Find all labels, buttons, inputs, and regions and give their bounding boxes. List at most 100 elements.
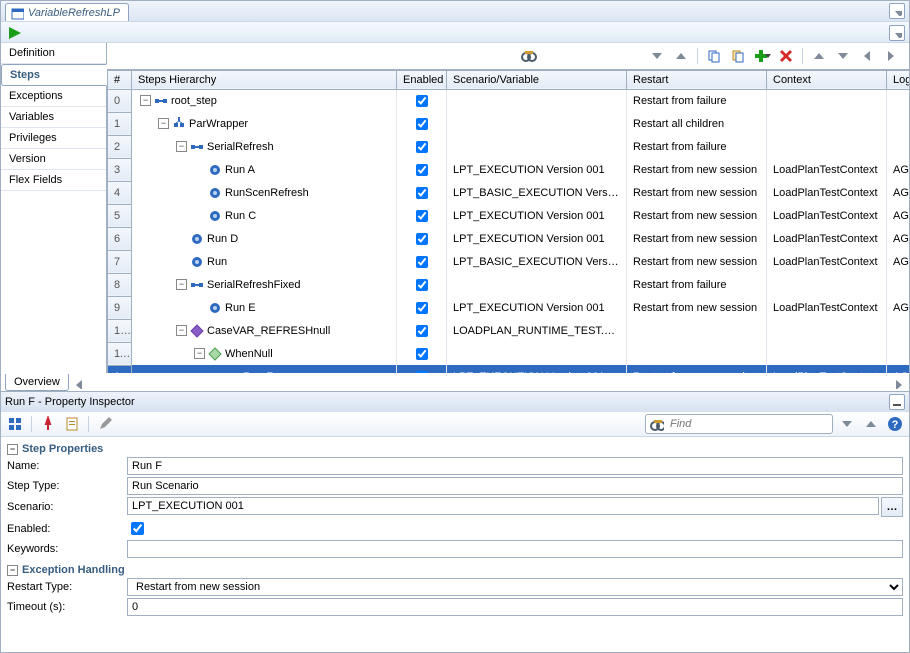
scroll-left-icon[interactable] [71,377,83,389]
table-row[interactable]: 11−WhenNull [108,342,910,365]
scenario-browse-button[interactable]: … [881,497,903,517]
pin-button[interactable] [38,414,58,434]
collapse-run-toolbar-button[interactable] [889,25,905,41]
enabled-checkbox[interactable] [416,279,428,291]
minimize-inspector-button[interactable] [889,394,905,410]
case-icon [189,323,205,339]
toolbar-separator [802,48,803,64]
section-step-properties: −Step Properties Name: Step Type: Scenar… [7,443,903,558]
side-tab-flex-fields[interactable]: Flex Fields [1,170,106,191]
scenario-input[interactable] [127,497,879,515]
col-scenario[interactable]: Scenario/Variable [447,70,627,89]
run-icon [189,254,205,270]
table-row[interactable]: 8−SerialRefreshFixedRestart from failure [108,273,910,296]
side-tab-definition[interactable]: Definition [1,43,106,64]
scroll-right-icon[interactable] [891,377,903,389]
new-sheet-button[interactable] [62,414,82,434]
collapse-editor-button[interactable] [889,3,905,19]
tree-expander[interactable]: − [176,141,187,152]
enabled-checkbox[interactable] [416,187,428,199]
collapse-section-icon[interactable]: − [7,444,18,455]
run-button[interactable] [7,25,21,39]
enabled-checkbox[interactable] [416,325,428,337]
keywords-input[interactable] [127,540,903,558]
tree-expander[interactable]: − [194,348,205,359]
side-tab-exceptions[interactable]: Exceptions [1,86,106,107]
move-up-button[interactable] [671,46,691,66]
shift-up-button[interactable] [809,46,829,66]
cell-restart: Restart from new session [627,250,767,273]
collapse-section-icon[interactable]: − [7,565,18,576]
col-enabled[interactable]: Enabled [397,70,447,89]
enabled-checkbox[interactable] [416,256,428,268]
tree-expander[interactable]: − [140,95,151,106]
edit-button[interactable] [95,414,115,434]
table-row[interactable]: 6Run DLPT_EXECUTION Version 001Restart f… [108,227,910,250]
inspector-titlebar: Run F - Property Inspector [1,392,909,412]
cell-ctx [767,319,887,342]
side-tab-variables[interactable]: Variables [1,107,106,128]
enabled-checkbox[interactable] [416,95,428,107]
cell-scen: LPT_EXECUTION Version 001 [447,227,627,250]
enabled-checkbox[interactable] [416,348,428,360]
enabled-checkbox[interactable] [416,118,428,130]
enabled-checkbox[interactable] [131,522,144,535]
cell-ctx: LoadPlanTestContext [767,365,887,373]
enabled-checkbox[interactable] [416,141,428,153]
table-row[interactable]: 7RunLPT_BASIC_EXECUTION Version 001Resta… [108,250,910,273]
tree-expander[interactable]: − [176,325,187,336]
step-label: Run C [225,210,256,222]
delete-step-button[interactable] [776,46,796,66]
tree-expander[interactable]: − [176,279,187,290]
tree-expander[interactable]: − [158,118,169,129]
step-label: Run A [225,164,255,176]
col-hierarchy[interactable]: Steps Hierarchy [132,70,397,89]
help-button[interactable] [885,414,905,434]
outdent-button[interactable] [857,46,877,66]
run-icon [189,231,205,247]
step-type-input[interactable] [127,477,903,495]
toggle-view-button[interactable] [5,414,25,434]
steps-table[interactable]: # Steps Hierarchy Enabled Scenario/Varia… [107,70,909,373]
cell-agent: AGENT_1 [887,158,910,181]
table-row[interactable]: 12Run FLPT_EXECUTION Version 001Restart … [108,365,910,373]
cell-ctx [767,112,887,135]
move-down-button[interactable] [647,46,667,66]
restart-type-select[interactable]: Restart from new session [127,578,903,596]
enabled-checkbox[interactable] [416,233,428,245]
find-input[interactable] [668,417,832,431]
shift-down-button[interactable] [833,46,853,66]
col-number[interactable]: # [108,70,132,89]
col-context[interactable]: Context [767,70,887,89]
enabled-checkbox[interactable] [416,164,428,176]
side-tab-privileges[interactable]: Privileges [1,128,106,149]
col-agent[interactable]: Logical Agent [887,70,910,89]
search-button[interactable] [519,46,539,66]
col-restart[interactable]: Restart [627,70,767,89]
table-row[interactable]: 1−ParWrapperRestart all children [108,112,910,135]
table-row[interactable]: 0−root_stepRestart from failure [108,89,910,112]
copy-button[interactable] [704,46,724,66]
table-row[interactable]: 5Run CLPT_EXECUTION Version 001Restart f… [108,204,910,227]
table-row[interactable]: 4RunScenRefreshLPT_BASIC_EXECUTION Versi… [108,181,910,204]
cell-scen [447,89,627,112]
paste-button[interactable] [728,46,748,66]
find-box[interactable] [645,414,833,434]
add-step-button[interactable] [752,46,772,66]
binoculars-icon [650,417,664,431]
table-row[interactable]: 9Run ELPT_EXECUTION Version 001Restart f… [108,296,910,319]
timeout-input[interactable] [127,598,903,616]
overview-tab[interactable]: Overview [5,374,69,391]
table-row[interactable]: 10−CaseVAR_REFRESHnullLOADPLAN_RUNTIME_T… [108,319,910,342]
enabled-checkbox[interactable] [416,302,428,314]
enabled-checkbox[interactable] [416,210,428,222]
side-tab-steps[interactable]: Steps [1,64,107,86]
side-tab-version[interactable]: Version [1,149,106,170]
table-row[interactable]: 2−SerialRefreshRestart from failure [108,135,910,158]
find-next-button[interactable] [837,414,857,434]
table-row[interactable]: 3Run ALPT_EXECUTION Version 001Restart f… [108,158,910,181]
editor-tab[interactable]: VariableRefreshLP [5,3,129,22]
find-prev-button[interactable] [861,414,881,434]
name-input[interactable] [127,457,903,475]
indent-button[interactable] [881,46,901,66]
